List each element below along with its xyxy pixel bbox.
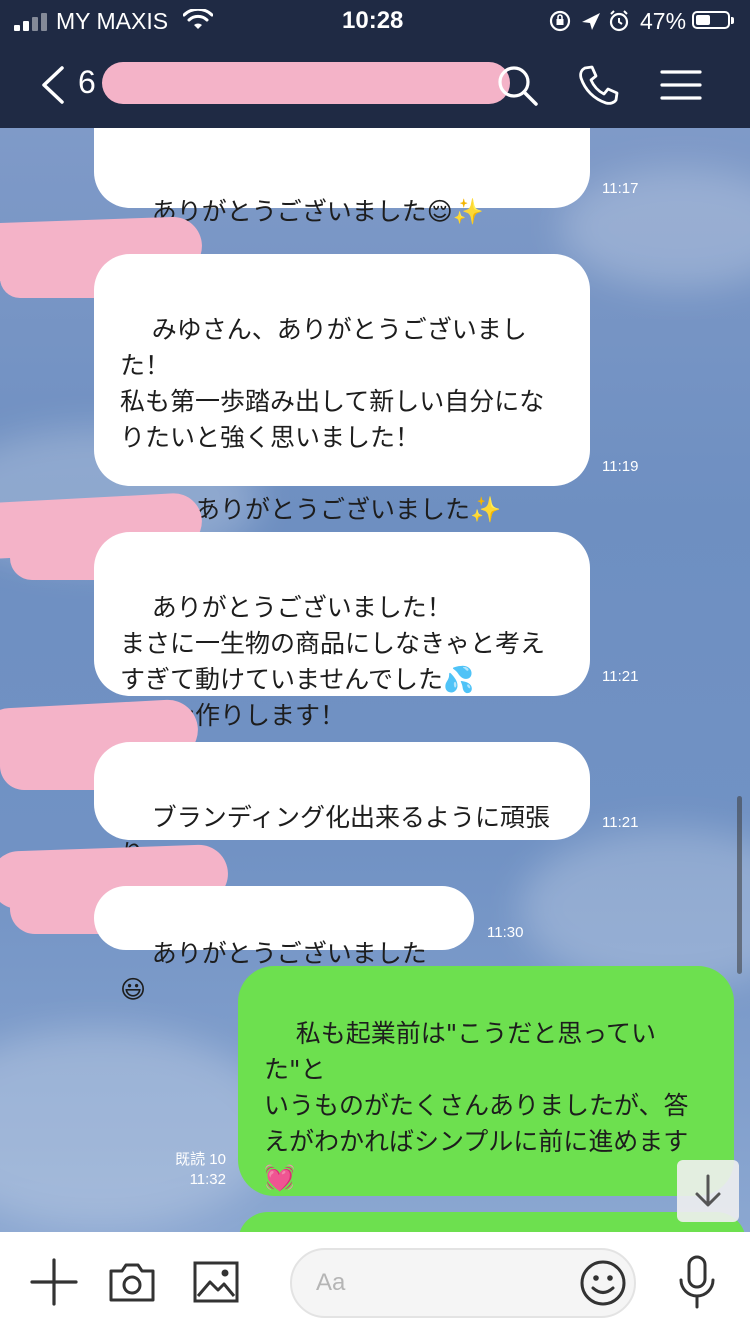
signal-strength-icon: [14, 13, 50, 31]
message-time: 11:17: [602, 180, 639, 197]
unread-count: 6: [78, 64, 96, 100]
carrier-name: MY MAXIS: [56, 8, 169, 34]
rotation-lock-icon: [549, 10, 571, 32]
message-bubble-sent[interactable]: 私も起業前は"こうだと思っていた"と いうものがたくさんありましたが、答 えがわ…: [238, 966, 734, 1196]
chevron-left-icon: [42, 66, 64, 104]
message-bubble-received[interactable]: みゆさん、ありがとうございました！ 私も第一歩踏み出して新しい自分にな りたいと…: [94, 254, 590, 524]
image-icon[interactable]: [190, 1256, 242, 1308]
message-time: 11:21: [602, 814, 639, 831]
message-time: 11:21: [602, 668, 639, 685]
microphone-icon[interactable]: [672, 1254, 722, 1310]
menu-icon[interactable]: [658, 62, 704, 108]
status-bar: MY MAXIS 10:28 47%: [0, 0, 750, 42]
chat-title-redacted: [102, 62, 510, 104]
message-list[interactable]: ありがとうございました😌✨ 11:17 みゆさん、ありがとうございました！ 私も…: [0, 128, 750, 1232]
clock: 10:28: [342, 7, 404, 34]
message-time: 11:32: [189, 1171, 226, 1188]
battery-icon: [692, 11, 734, 29]
message-bubble-received[interactable]: ありがとうございました！ まさに一生物の商品にしなきゃと考え すぎて動けていませ…: [94, 532, 590, 730]
input-bar: Aa: [0, 1232, 750, 1334]
scrollbar[interactable]: [737, 796, 742, 974]
emoji-icon[interactable]: [578, 1258, 628, 1308]
message-time: 11:19: [602, 458, 639, 475]
back-button[interactable]: 6: [40, 62, 110, 108]
message-text: ありがとうございました😌✨: [151, 197, 484, 226]
camera-icon[interactable]: [106, 1256, 158, 1308]
wifi-icon: [183, 9, 213, 29]
read-receipt: 既読 10 11:32: [160, 1150, 226, 1190]
message-time: 11:30: [487, 924, 524, 941]
message-bubble-received[interactable]: ありがとうございました😃: [94, 886, 474, 1004]
read-count: 既読 10: [175, 1151, 226, 1168]
status-icons: [549, 10, 629, 32]
message-bubble-received[interactable]: ありがとうございました😌✨: [94, 128, 590, 226]
search-icon[interactable]: [494, 62, 540, 108]
plus-icon[interactable]: [28, 1256, 80, 1308]
background-cloud: [520, 828, 750, 988]
battery-percent: 47%: [640, 8, 687, 34]
message-text: 私も起業前は"こうだと思っていた"と いうものがたくさんありましたが、答 えがわ…: [264, 1019, 689, 1192]
chat-header: 6: [0, 42, 750, 128]
message-text: みゆさん、ありがとうございました！ 私も第一歩踏み出して新しい自分にな りたいと…: [120, 315, 545, 524]
message-bubble-sent-partial[interactable]: [238, 1212, 746, 1232]
battery-level: [696, 15, 710, 25]
phone-icon[interactable]: [576, 62, 622, 108]
scroll-to-bottom-button[interactable]: [677, 1160, 739, 1222]
arrow-down-icon: [695, 1174, 721, 1207]
message-bubble-received[interactable]: ブランディング化出来るように頑張り ます！: [94, 742, 590, 904]
background-cloud: [560, 168, 750, 288]
location-icon: [582, 13, 600, 30]
alarm-icon: [609, 10, 629, 32]
message-input-placeholder: Aa: [316, 1269, 346, 1296]
